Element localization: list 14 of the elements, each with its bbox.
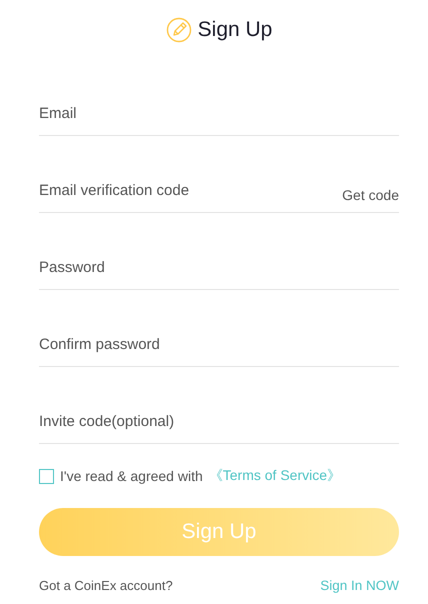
page-title: Sign Up — [198, 18, 272, 42]
input-field[interactable]: Confirm password — [39, 332, 399, 356]
get-code-link[interactable]: Get code — [342, 186, 399, 202]
sign-up-button[interactable]: Sign Up — [39, 508, 399, 556]
sign-in-link[interactable]: Sign In NOW — [320, 578, 399, 592]
pencil-icon — [166, 17, 192, 43]
input-field[interactable]: Invite code(optional) — [39, 410, 399, 434]
terms-link[interactable]: 《Terms of Service》 — [208, 467, 342, 485]
input-field[interactable]: Password — [39, 256, 399, 280]
agreement-text: I've read & agreed with — [60, 468, 203, 484]
input-field[interactable]: Email verification code — [39, 178, 342, 202]
account-prompt: Got a CoinEx account? — [39, 578, 173, 592]
agree-checkbox[interactable] — [39, 468, 54, 484]
input-field[interactable]: Email — [39, 102, 399, 126]
